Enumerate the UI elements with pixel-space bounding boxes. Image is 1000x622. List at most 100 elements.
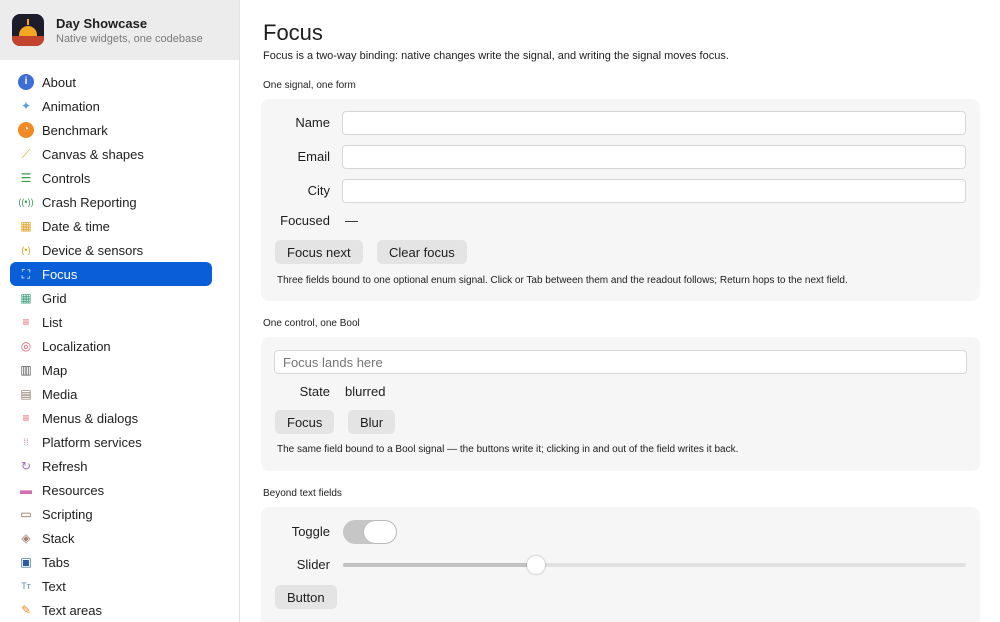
sidebar-item-label: Platform services <box>42 434 142 450</box>
slider-track[interactable] <box>343 556 966 574</box>
info-icon: i <box>18 74 34 90</box>
sidebar-item-benchmark[interactable]: ◔ Benchmark <box>10 118 212 142</box>
sidebar-item-grid[interactable]: ▦ Grid <box>10 286 212 310</box>
page-title: Focus <box>263 20 323 45</box>
focus-button[interactable]: Focus <box>275 410 335 434</box>
sidebar-item-label: Stack <box>42 530 75 546</box>
sidebar-item-list[interactable]: ≡ List <box>10 310 212 334</box>
focused-label: Focused <box>280 213 330 228</box>
sidebar-item-label: Resources <box>42 482 105 498</box>
name-input[interactable] <box>342 111 966 135</box>
dots-grid-icon: ⁞⁞ <box>23 436 29 447</box>
focused-row: Focused — <box>261 209 980 233</box>
bool-helper-text: The same field bound to a Bool signal — … <box>277 444 739 455</box>
stack-icon: ◈ <box>21 531 31 545</box>
sidebar-item-localization[interactable]: ◎ Localization <box>10 334 212 358</box>
sidebar-item-label: List <box>42 314 63 330</box>
terminal-icon: ▭ <box>20 507 32 521</box>
menu-icon: ≡ <box>22 411 30 425</box>
sidebar-item-label: Animation <box>42 98 100 114</box>
grid-icon: ▦ <box>20 291 32 305</box>
sidebar-item-label: Tabs <box>42 554 70 570</box>
form-helper-text: Three fields bound to one optional enum … <box>277 275 848 286</box>
sidebar-item-label: Text areas <box>42 602 102 618</box>
sidebar-item-label: Media <box>42 386 78 402</box>
sidebar-item-menus-dialogs[interactable]: ≡ Menus & dialogs <box>10 406 212 430</box>
email-row: Email <box>261 145 980 169</box>
tabs-icon: ▣ <box>20 555 32 569</box>
state-label: State <box>299 384 330 399</box>
sidebar-item-platform-services[interactable]: ⁞⁞ Platform services <box>10 430 212 454</box>
city-label: City <box>307 183 330 198</box>
blur-button[interactable]: Blur <box>348 410 396 434</box>
sidebar-item-scripting[interactable]: ▭ Scripting <box>10 502 212 526</box>
slider-label: Slider <box>296 557 330 572</box>
globe-icon: ◎ <box>20 339 32 353</box>
focused-value: — <box>345 213 358 228</box>
sidebar-item-about[interactable]: i About <box>10 70 212 94</box>
sidebar-item-label: Grid <box>42 290 67 306</box>
sidebar-item-label: Focus <box>42 266 78 282</box>
sidebar-item-date-time[interactable]: ▦ Date & time <box>10 214 212 238</box>
sidebar-item-label: Text <box>42 578 66 594</box>
bool-card: State blurred Focus Blur The same field … <box>261 337 980 471</box>
generic-button[interactable]: Button <box>275 585 337 609</box>
sidebar-item-map[interactable]: ▥ Map <box>10 358 212 382</box>
sidebar-item-label: Device & sensors <box>42 242 144 258</box>
sidebar-item-animation[interactable]: ✦ Animation <box>10 94 212 118</box>
email-label: Email <box>297 149 330 164</box>
list-icon: ≡ <box>22 315 30 329</box>
sidebar-item-label: Date & time <box>42 218 110 234</box>
sidebar-item-label: Canvas & shapes <box>42 146 144 162</box>
app-subtitle: Native widgets, one codebase <box>56 32 203 45</box>
broadcast-icon: ((•)) <box>18 196 34 207</box>
sidebar-item-media[interactable]: ▤ Media <box>10 382 212 406</box>
slider-fill <box>343 563 537 567</box>
sidebar-item-refresh[interactable]: ↻ Refresh <box>10 454 212 478</box>
focus-lands-input[interactable] <box>274 350 967 374</box>
sidebar-item-device-sensors[interactable]: (•) Device & sensors <box>10 238 212 262</box>
clear-focus-button[interactable]: Clear focus <box>377 240 467 264</box>
refresh-icon: ↻ <box>20 459 32 473</box>
sensor-icon: (•) <box>21 244 31 255</box>
toggle-row: Toggle <box>261 520 980 544</box>
film-icon: ▤ <box>20 387 32 401</box>
toggle-switch[interactable] <box>343 520 397 544</box>
sidebar-item-canvas-shapes[interactable]: ⟋ Canvas & shapes <box>10 142 212 166</box>
toggle-label: Toggle <box>291 524 330 539</box>
sidebar-item-text[interactable]: Tт Text <box>10 574 212 598</box>
sidebar-item-label: Menus & dialogs <box>42 410 139 426</box>
sidebar-item-crash-reporting[interactable]: ((•)) Crash Reporting <box>10 190 212 214</box>
folder-icon: ▬ <box>20 483 32 497</box>
focus-next-button[interactable]: Focus next <box>275 240 363 264</box>
state-row: State blurred <box>261 380 980 404</box>
section-label-one-control: One control, one Bool <box>263 318 360 329</box>
page-description: Focus is a two-way binding: native chang… <box>263 50 729 62</box>
city-input[interactable] <box>342 179 966 203</box>
app-logo-icon <box>12 14 44 46</box>
form-card: Name Email City Focused — Focus next Cle… <box>261 99 980 301</box>
slider-row: Slider <box>261 553 980 577</box>
sidebar-item-stack[interactable]: ◈ Stack <box>10 526 212 550</box>
sidebar: Day Showcase Native widgets, one codebas… <box>0 0 240 622</box>
sidebar-item-resources[interactable]: ▬ Resources <box>10 478 212 502</box>
sidebar-item-controls[interactable]: ☰ Controls <box>10 166 212 190</box>
name-row: Name <box>261 111 980 135</box>
brush-icon: ⟋ <box>21 147 31 161</box>
app-title: Day Showcase <box>56 15 148 31</box>
sidebar-item-label: Benchmark <box>42 122 108 138</box>
email-input[interactable] <box>342 145 966 169</box>
sidebar-item-tabs[interactable]: ▣ Tabs <box>10 550 212 574</box>
sidebar-item-label: Controls <box>42 170 91 186</box>
text-icon: Tт <box>21 580 31 591</box>
state-value: blurred <box>345 384 386 399</box>
sidebar-item-label: Map <box>42 362 68 378</box>
sidebar-item-focus[interactable]: ⛶ Focus <box>10 262 212 286</box>
slider-thumb[interactable] <box>527 556 546 574</box>
doc-edit-icon: ✎ <box>20 603 32 617</box>
sidebar-item-text-areas[interactable]: ✎ Text areas <box>10 598 212 622</box>
name-label: Name <box>295 115 330 130</box>
sidebar-item-label: About <box>42 74 76 90</box>
city-row: City <box>261 179 980 203</box>
focus-icon: ⛶ <box>21 267 31 281</box>
